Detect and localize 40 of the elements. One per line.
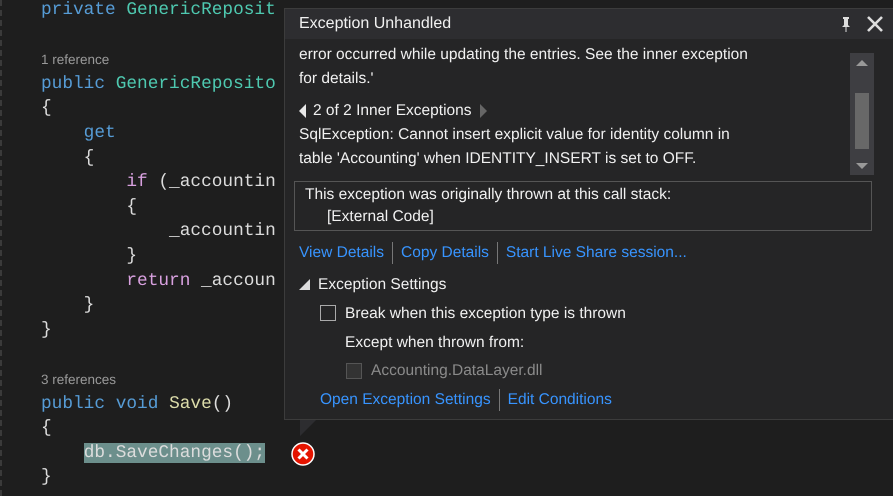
code-line: private GenericReposit <box>41 0 276 22</box>
checkbox-label: Break when this exception type is thrown <box>345 304 626 324</box>
code-line: return _accoun <box>125 270 276 293</box>
code-line: } <box>41 466 52 490</box>
call-stack-frame: [External Code] <box>305 206 861 228</box>
code-line: } <box>82 294 94 318</box>
pin-icon[interactable] <box>840 16 852 32</box>
code-line: { <box>82 146 94 170</box>
section-label: Exception Settings <box>318 275 446 296</box>
popup-title: Exception Unhandled <box>299 14 452 34</box>
code-line: { <box>41 417 52 440</box>
reference-count[interactable]: 1 reference <box>41 47 110 72</box>
code-line: if (_accountin <box>125 171 276 194</box>
reference-count[interactable]: 3 references <box>41 366 116 392</box>
code-line: } <box>125 244 138 268</box>
except-label: Except when thrown from: <box>345 332 526 353</box>
code-line: { <box>125 196 138 219</box>
settings-link[interactable]: Open Exception Settings <box>320 388 491 412</box>
code-line: } <box>41 318 52 342</box>
action-link[interactable]: Copy Details <box>401 241 489 264</box>
inner-exception-counter: 2 of 2 Inner Exceptions <box>313 101 472 121</box>
exception-message: error occurred while updating the entries. See the inner exception for details.' <box>299 45 748 89</box>
action-link[interactable]: View Details <box>299 241 384 264</box>
error-icon[interactable] <box>291 442 315 466</box>
scrollbar-thumb[interactable] <box>855 93 869 149</box>
action-link[interactable]: Start Live Share session... <box>506 241 687 264</box>
settings-link[interactable]: Edit Conditions <box>508 388 612 412</box>
code-line: _accountin <box>168 220 276 244</box>
expander-icon[interactable] <box>299 279 310 290</box>
inner-exception-message: SqlException: Cannot insert explicit value for identity column in table 'Accounting' when IDENTITY_INSERT is set to OFF. <box>299 125 730 169</box>
code-line: { <box>41 97 52 120</box>
code-line: public void Save() <box>41 392 234 416</box>
next-arrow-icon[interactable] <box>480 104 487 118</box>
checkbox[interactable] <box>320 305 336 322</box>
close-icon[interactable] <box>866 15 884 33</box>
code-line: get <box>82 122 116 145</box>
checkbox-label: Accounting.DataLayer.dll <box>371 361 542 381</box>
previous-arrow-icon[interactable] <box>299 104 306 118</box>
code-line: public GenericReposito <box>41 72 276 96</box>
call-stack-heading: This exception was originally thrown at this call stack: <box>305 185 672 205</box>
